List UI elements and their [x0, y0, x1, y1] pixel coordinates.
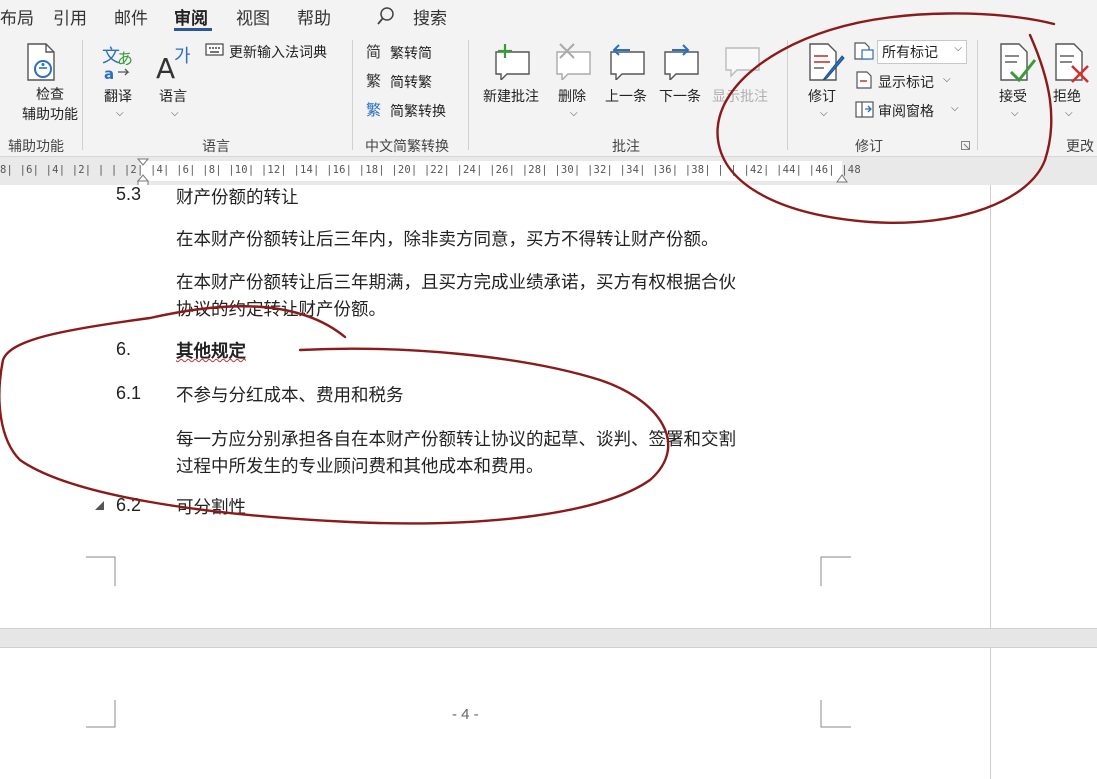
annotation-ellipse-ribbon [716, 12, 1056, 224]
hand-drawn-annotations [0, 12, 1056, 525]
annotation-ellipse-section6 [0, 305, 670, 525]
